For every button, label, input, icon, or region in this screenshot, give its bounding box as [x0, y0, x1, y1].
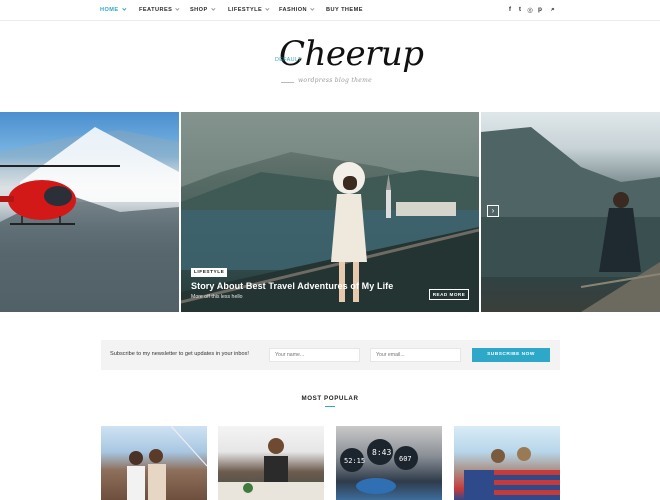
slide-title[interactable]: Story About Best Travel Adventures of My…	[191, 281, 393, 291]
slide-image-fjord[interactable]	[481, 112, 660, 312]
logo-title: Cheerup	[279, 34, 424, 74]
thumb-image-watches: 52:15 8:43 607	[340, 439, 418, 494]
nav-features[interactable]: FEATURES	[139, 6, 180, 13]
chevron-down-icon	[121, 6, 127, 11]
thumb-image-sailing	[127, 426, 207, 500]
svg-text:52:15: 52:15	[344, 457, 365, 465]
newsletter-email-input[interactable]	[370, 348, 461, 362]
twitter-icon[interactable]: t	[516, 6, 524, 13]
top-navigation: HOME FEATURES SHOP LIFESTYLE FASHION BUY…	[0, 0, 660, 21]
chevron-down-icon	[265, 6, 270, 11]
popular-post-thumb-2[interactable]	[218, 426, 324, 500]
subscribe-button[interactable]: SUBSCRIBE NOW	[472, 348, 550, 362]
nav-fashion[interactable]: FASHION	[279, 6, 315, 13]
slide-excerpt: More off this less hello	[191, 294, 243, 300]
svg-text:607: 607	[399, 455, 412, 463]
logo-badge: DEFAULT	[275, 57, 302, 63]
facebook-icon[interactable]: f	[506, 6, 514, 13]
thumb-image-cooking	[218, 438, 324, 500]
search-icon[interactable]: ⌕	[549, 6, 557, 14]
nav-lifestyle[interactable]: LIFESTYLE	[228, 6, 270, 13]
chevron-down-icon	[175, 6, 180, 11]
svg-text:8:43: 8:43	[372, 448, 391, 457]
read-more-button[interactable]: READ MORE	[429, 289, 469, 300]
nav-buy-theme[interactable]: BUY THEME	[326, 7, 363, 13]
nav-home[interactable]: HOME	[100, 6, 127, 13]
chevron-right-icon[interactable]: ›	[487, 205, 499, 217]
nav-features-label: FEATURES	[139, 7, 173, 13]
slide-category-badge[interactable]: LIFESTYLE	[191, 268, 228, 277]
heading-underline	[325, 406, 335, 407]
newsletter-text: Subscribe to my newsletter to get update…	[110, 351, 249, 357]
chevron-down-icon	[210, 6, 216, 11]
instagram-icon[interactable]: ◎	[526, 6, 534, 14]
nav-lifestyle-label: LIFESTYLE	[228, 7, 263, 13]
thumb-image-flag-beach	[464, 447, 560, 500]
nav-fashion-label: FASHION	[279, 7, 308, 13]
popular-post-thumb-4[interactable]	[454, 426, 560, 500]
fjord-scene	[481, 127, 660, 312]
newsletter-name-input[interactable]	[269, 348, 360, 362]
logo-tagline: wordpress blog theme	[298, 77, 372, 84]
most-popular-heading: MOST POPULAR	[301, 395, 359, 402]
nav-shop[interactable]: SHOP	[190, 6, 216, 13]
popular-post-thumb-1[interactable]	[101, 426, 207, 500]
logo-divider	[281, 82, 294, 83]
nav-shop-label: SHOP	[190, 7, 208, 13]
chevron-down-icon	[310, 6, 315, 11]
nav-home-label: HOME	[100, 7, 119, 13]
slide-image-helicopter[interactable]	[0, 112, 179, 312]
helicopter-scene	[0, 127, 179, 312]
popular-post-thumb-3[interactable]: 52:15 8:43 607	[336, 426, 442, 500]
pinterest-icon[interactable]: p	[536, 6, 544, 13]
